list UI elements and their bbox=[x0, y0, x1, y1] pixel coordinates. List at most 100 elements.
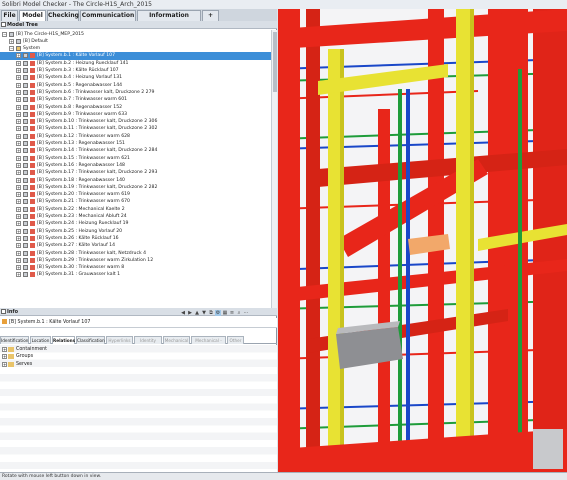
checkbox-icon[interactable] bbox=[23, 104, 28, 110]
up-icon[interactable]: ▲ bbox=[194, 310, 200, 316]
expand-toggle-icon[interactable]: + bbox=[16, 272, 21, 278]
expand-toggle-icon[interactable]: + bbox=[16, 53, 21, 59]
tree-item-system[interactable]: + [B] System.b.23 : Mechanical Abluft 24 bbox=[0, 213, 271, 220]
checkbox-icon[interactable] bbox=[23, 192, 28, 198]
tab-location[interactable]: Location bbox=[30, 336, 51, 344]
tree-item-system[interactable]: + [B] System.b.25 : Heizung Vorlauf 20 bbox=[0, 228, 271, 235]
checkbox-icon[interactable] bbox=[23, 111, 28, 117]
expand-toggle-icon[interactable]: + bbox=[16, 170, 21, 176]
checkbox-icon[interactable] bbox=[23, 214, 28, 219]
checkbox-icon[interactable] bbox=[23, 228, 28, 234]
menu-file[interactable]: File bbox=[1, 10, 18, 21]
expand-toggle-icon[interactable]: + bbox=[16, 155, 21, 161]
expand-toggle-icon[interactable]: + bbox=[16, 184, 21, 190]
tree-item-system[interactable]: + [B] System.b.31 : Grauwasser kalt 1 bbox=[0, 271, 271, 278]
checkbox-icon[interactable] bbox=[23, 53, 28, 59]
expand-toggle-icon[interactable]: + bbox=[16, 60, 21, 66]
scrollbar-thumb[interactable] bbox=[273, 32, 277, 92]
expand-toggle-icon[interactable]: + bbox=[16, 250, 21, 256]
tree-item-system[interactable]: + [B] System.b.29 : Trinkwasser warm Zirk… bbox=[0, 257, 271, 264]
checkbox-icon[interactable] bbox=[23, 75, 28, 81]
checkbox-icon[interactable] bbox=[23, 235, 28, 241]
expand-toggle-icon[interactable]: + bbox=[16, 192, 21, 198]
checkbox-icon[interactable] bbox=[23, 206, 28, 212]
tab-relations[interactable]: Relations bbox=[52, 336, 75, 344]
relation-row[interactable]: + Groups bbox=[0, 353, 277, 360]
checkbox-icon[interactable] bbox=[23, 141, 28, 146]
tree-item-system[interactable]: + [B] System.b.26 : Kälte Rücklauf 16 bbox=[0, 235, 271, 242]
expand-toggle-icon[interactable]: + bbox=[16, 228, 21, 234]
tree-item-system[interactable]: + [B] System.b.30 : Trinkwasser warm 8 bbox=[0, 264, 271, 271]
expand-toggle-icon[interactable]: + bbox=[16, 104, 21, 110]
expand-toggle-icon[interactable]: + bbox=[2, 347, 7, 352]
tab-identity-data[interactable]: Identity Data bbox=[134, 336, 162, 350]
checkbox-icon[interactable] bbox=[23, 155, 28, 161]
tree-item-system[interactable]: + [B] System.b.5 : Regenabwasser 144 bbox=[0, 82, 271, 89]
tab-mechanical-flow[interactable]: Mechanical - Flow bbox=[191, 336, 226, 350]
tree-item-system[interactable]: + [B] System.b.17 : Trinkwasser kalt, Dru… bbox=[0, 169, 271, 176]
checkbox-icon[interactable] bbox=[23, 162, 28, 168]
tab-classification[interactable]: Classification bbox=[76, 336, 105, 344]
expand-toggle-icon[interactable]: + bbox=[16, 133, 21, 139]
expand-toggle-icon[interactable]: + bbox=[16, 206, 21, 212]
expand-toggle-icon[interactable]: + bbox=[16, 199, 21, 205]
tree-item-system[interactable]: + [B] System.b.21 : Trinkwasser warm 670 bbox=[0, 198, 271, 205]
tree-item-system[interactable]: + [B] System.b.20 : Trinkwasser warm 619 bbox=[0, 191, 271, 198]
model-tree[interactable]: − [B] The Circle-H1S_MEP_2015 + [B] Default… bbox=[0, 30, 271, 308]
tree-item-system[interactable]: + [B] System.b.24 : Heizung Ruecklauf 19 bbox=[0, 220, 271, 227]
pin-icon[interactable] bbox=[1, 22, 6, 27]
tree-root[interactable]: − [B] The Circle-H1S_MEP_2015 bbox=[0, 31, 271, 38]
settings-icon[interactable]: ⚙ bbox=[215, 310, 221, 316]
checkbox-icon[interactable] bbox=[9, 31, 14, 37]
tree-node-system[interactable]: − System bbox=[0, 45, 271, 52]
checkbox-icon[interactable] bbox=[23, 60, 28, 66]
expand-toggle-icon[interactable]: + bbox=[16, 243, 21, 249]
expand-toggle-icon[interactable]: + bbox=[16, 82, 21, 88]
checkbox-icon[interactable] bbox=[23, 272, 28, 278]
checkbox-icon[interactable] bbox=[23, 184, 28, 190]
tree-item-system[interactable]: + [B] System.b.13 : Regenabwasser 151 bbox=[0, 140, 271, 147]
menu-icon[interactable]: ⋯ bbox=[243, 310, 249, 316]
tree-item-system[interactable]: + [B] System.b.2 : Heizung Ruecklauf 141 bbox=[0, 60, 271, 67]
checkbox-icon[interactable] bbox=[23, 170, 28, 176]
add-tab-button[interactable]: + bbox=[202, 10, 219, 21]
checkbox-icon[interactable] bbox=[23, 243, 28, 249]
expand-toggle-icon[interactable]: + bbox=[16, 126, 21, 132]
checkbox-icon[interactable] bbox=[23, 89, 28, 95]
checkbox-icon[interactable] bbox=[23, 133, 28, 139]
forward-icon[interactable]: ▶ bbox=[187, 310, 193, 316]
tree-item-system[interactable]: + [B] System.b.22 : Mechanical Kaelte 2 bbox=[0, 206, 271, 213]
down-icon[interactable]: ▼ bbox=[201, 310, 207, 316]
tree-item-system[interactable]: + [B] System.b.1 : Kälte Vorlauf 107 bbox=[0, 52, 271, 60]
pin-icon[interactable] bbox=[1, 309, 6, 314]
zoom-icon[interactable]: ⌕ bbox=[236, 310, 242, 316]
expand-toggle-icon[interactable]: − bbox=[2, 31, 7, 37]
tree-scrollbar[interactable] bbox=[271, 30, 277, 308]
checkbox-icon[interactable] bbox=[23, 199, 28, 205]
tree-item-system[interactable]: + [B] System.b.27 : Kälte Vorlauf 14 bbox=[0, 242, 271, 249]
checkbox-icon[interactable] bbox=[23, 177, 28, 183]
tree-item-system[interactable]: + [B] System.b.19 : Trinkwasser kalt, Dru… bbox=[0, 184, 271, 191]
expand-toggle-icon[interactable]: + bbox=[16, 89, 21, 95]
back-icon[interactable]: ◀ bbox=[180, 310, 186, 316]
tree-item-system[interactable]: + [B] System.b.9 : Trinkwasser warm 633 bbox=[0, 111, 271, 118]
tree-item-system[interactable]: + [B] System.b.11 : Trinkwasser kalt, Dru… bbox=[0, 125, 271, 132]
checkbox-icon[interactable] bbox=[23, 221, 28, 227]
checkbox-icon[interactable] bbox=[23, 97, 28, 103]
tree-item-system[interactable]: + [B] System.b.10 : Trinkwasser kalt, Dru… bbox=[0, 118, 271, 125]
checkbox-icon[interactable] bbox=[23, 265, 28, 271]
menu-model[interactable]: Model bbox=[19, 10, 46, 21]
model-3d-view[interactable] bbox=[278, 9, 567, 472]
expand-toggle-icon[interactable]: + bbox=[16, 97, 21, 103]
tree-item-system[interactable]: + [B] System.b.15 : Trinkwasser warm 621 bbox=[0, 155, 271, 162]
3d-viewport[interactable] bbox=[278, 9, 567, 472]
checkbox-icon[interactable] bbox=[23, 257, 28, 263]
checkbox-icon[interactable] bbox=[16, 38, 21, 44]
expand-toggle-icon[interactable]: − bbox=[9, 46, 14, 52]
menu-checking[interactable]: Checking bbox=[47, 10, 79, 21]
tab-other[interactable]: Other bbox=[227, 336, 244, 344]
expand-toggle-icon[interactable]: + bbox=[16, 111, 21, 117]
relation-row[interactable]: + Serves bbox=[0, 361, 277, 368]
tree-item-system[interactable]: + [B] System.b.4 : Heizung Vorlauf 131 bbox=[0, 74, 271, 81]
tree-item-system[interactable]: + [B] System.b.18 : Regenabwasser 140 bbox=[0, 177, 271, 184]
